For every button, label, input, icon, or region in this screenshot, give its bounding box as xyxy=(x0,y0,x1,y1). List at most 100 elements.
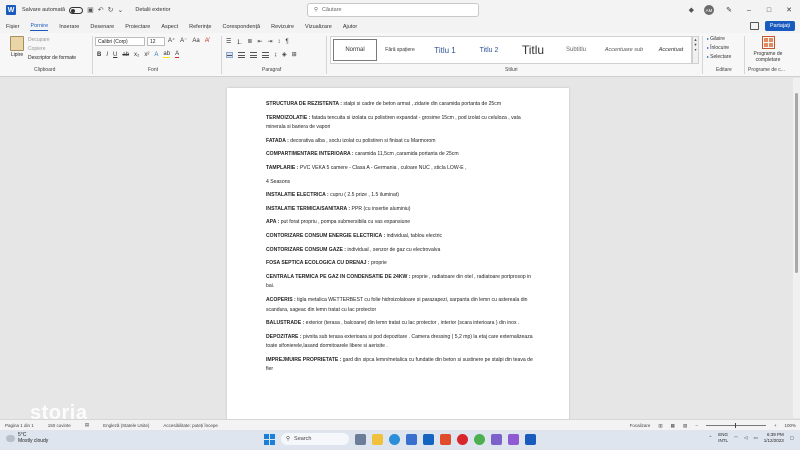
share-button[interactable]: Partajați xyxy=(764,21,795,31)
document-paragraph[interactable]: DEPOZITARE : pivnita sub terasa exterioa… xyxy=(266,333,538,352)
style-heading-1[interactable]: Titlu 1 xyxy=(423,46,467,55)
file-explorer-icon[interactable] xyxy=(372,433,383,445)
tab-references[interactable]: Referințe xyxy=(189,24,211,30)
volume-icon[interactable]: ◁ xyxy=(744,435,747,441)
document-paragraph[interactable]: TAMPLARIE : PVC VEKA 5 camere - Clasa A … xyxy=(266,164,538,174)
document-paragraph[interactable]: ACOPERIS : tigla metalica WETTERBEST cu … xyxy=(266,296,538,315)
customize-toolbar-icon[interactable]: ⌄ xyxy=(117,6,123,14)
store-icon[interactable] xyxy=(406,433,417,445)
document-paragraph[interactable]: FOSA SEPTICA ECOLOGICA CU DRENAJ : propr… xyxy=(266,259,538,269)
copy-button[interactable]: Copiere xyxy=(28,46,76,52)
document-paragraph[interactable]: CENTRALA TERMICA PE GAZ IN CONDENSATIE D… xyxy=(266,273,538,292)
zoom-level[interactable]: 100% xyxy=(784,423,796,428)
show-marks-icon[interactable]: ¶ xyxy=(286,39,289,45)
tab-layout[interactable]: Aspect xyxy=(161,24,178,30)
vertical-scrollbar[interactable] xyxy=(793,78,800,418)
font-family-select[interactable]: Calibri (Corp) xyxy=(95,37,145,46)
borders-icon[interactable]: ⊞ xyxy=(292,51,297,58)
document-paragraph[interactable]: APA : put forat propriu , pompa submersi… xyxy=(266,218,538,228)
tab-view[interactable]: Vizualizare xyxy=(305,24,332,30)
line-spacing-icon[interactable]: ↨ xyxy=(274,52,277,58)
word-count[interactable]: 150 cuvinte xyxy=(48,423,71,428)
task-view-icon[interactable] xyxy=(355,433,366,445)
underline-icon[interactable]: U xyxy=(113,52,117,58)
align-left-icon[interactable] xyxy=(226,51,233,58)
format-painter-button[interactable]: Descriptor de formate xyxy=(28,55,76,61)
superscript-icon[interactable]: x² xyxy=(144,52,149,58)
opera-icon[interactable] xyxy=(457,433,468,445)
document-paragraph[interactable]: INSTALATIE TERMICA/SANITARA : PPR (cu in… xyxy=(266,205,538,215)
tab-insert[interactable]: Inserare xyxy=(59,24,79,30)
style-title[interactable]: Titlu xyxy=(511,43,555,57)
document-page[interactable]: STRUCTURA DE REZISTENTA : stalpi si cadr… xyxy=(227,88,569,428)
change-case-icon[interactable]: Aa xyxy=(192,38,199,44)
tab-home[interactable]: Pornire xyxy=(30,23,49,31)
tab-mailings[interactable]: Corespondență xyxy=(222,24,260,30)
paste-button[interactable]: Lipire xyxy=(8,36,26,58)
tab-file[interactable]: Fișier xyxy=(6,24,19,30)
clear-format-icon[interactable]: A̸ xyxy=(205,38,209,44)
numbering-icon[interactable]: ⒈ xyxy=(236,37,242,46)
teams-icon[interactable] xyxy=(491,433,502,445)
diamond-icon[interactable]: ◆ xyxy=(689,6,694,14)
document-body[interactable]: STRUCTURA DE REZISTENTA : stalpi si cadr… xyxy=(266,100,538,379)
chevron-up-icon[interactable]: ⌃ xyxy=(708,435,712,441)
style-heading-2[interactable]: Titlu 2 xyxy=(467,47,511,54)
sort-icon[interactable]: ↕ xyxy=(278,39,281,45)
decrease-indent-icon[interactable]: ⇤ xyxy=(257,38,262,45)
shrink-font-icon[interactable]: A⁻ xyxy=(180,37,187,44)
document-paragraph[interactable]: COMPARTIMENTARE INTERIOARA : caramida 11… xyxy=(266,150,538,160)
office-icon[interactable] xyxy=(440,433,451,445)
cut-button[interactable]: Decupare xyxy=(28,37,76,43)
style-emphasis[interactable]: Accentuat xyxy=(651,47,691,53)
scrollbar-thumb[interactable] xyxy=(795,93,798,273)
proofing-icon[interactable]: ▤ xyxy=(85,422,89,428)
document-paragraph[interactable]: IMPREJMUIRE PROPRIETATE : gard din sipca… xyxy=(266,356,538,375)
zoom-in-icon[interactable]: + xyxy=(774,423,777,428)
increase-indent-icon[interactable]: ⇥ xyxy=(267,38,272,45)
subscript-icon[interactable]: x₂ xyxy=(134,52,139,58)
close-icon[interactable]: ✕ xyxy=(784,6,794,14)
align-right-icon[interactable] xyxy=(250,51,257,58)
font-size-select[interactable]: 12 xyxy=(147,37,165,46)
avatar[interactable]: AM xyxy=(704,5,714,15)
select-button[interactable]: Selectare xyxy=(707,54,731,60)
document-paragraph[interactable]: CONTORIZARE CONSUM ENERGIE ELECTRICA : i… xyxy=(266,232,538,242)
multilevel-list-icon[interactable]: ≣ xyxy=(247,38,252,45)
bold-icon[interactable]: B xyxy=(97,52,101,58)
replace-button[interactable]: Înlocuire xyxy=(707,45,731,51)
tab-draw[interactable]: Desenare xyxy=(90,24,114,30)
focus-mode[interactable]: Focalizare xyxy=(630,423,651,428)
tab-help[interactable]: Ajutor xyxy=(343,24,357,30)
outlook-icon[interactable] xyxy=(423,433,434,445)
document-paragraph[interactable]: INSTALATIE ELECTRICA : cupru ( 2.5 prize… xyxy=(266,191,538,201)
shading-icon[interactable]: ◈ xyxy=(282,51,287,58)
battery-icon[interactable]: ▭ xyxy=(753,435,757,441)
tab-review[interactable]: Revizuire xyxy=(271,24,294,30)
find-button[interactable]: Găsire xyxy=(707,36,731,42)
redo-icon[interactable]: ↻ xyxy=(108,6,114,14)
styles-scroll-icon[interactable]: ▲ ▼ ▾ xyxy=(692,36,699,64)
zoom-slider[interactable] xyxy=(705,423,766,428)
messenger-icon[interactable] xyxy=(508,433,519,445)
taskbar-search[interactable]: ⚲ Search xyxy=(281,433,349,445)
bullets-icon[interactable]: ☰ xyxy=(226,38,231,45)
document-paragraph[interactable]: BALUSTRADE : exterior (terasa , balcoane… xyxy=(266,319,538,329)
zoom-out-icon[interactable]: − xyxy=(695,423,698,428)
align-center-icon[interactable] xyxy=(238,51,245,58)
style-subtle-emphasis[interactable]: Accentuare sub xyxy=(597,47,651,53)
word-taskbar-icon[interactable] xyxy=(525,433,536,445)
wifi-icon[interactable]: ◠ xyxy=(734,435,738,441)
weather-widget[interactable]: 5°C Mostly cloudy xyxy=(6,432,48,444)
minimize-icon[interactable]: – xyxy=(744,7,754,14)
grow-font-icon[interactable]: A⁺ xyxy=(168,37,175,44)
highlight-icon[interactable]: ab xyxy=(163,51,171,58)
italic-icon[interactable]: I xyxy=(106,52,108,58)
document-paragraph[interactable]: STRUCTURA DE REZISTENTA : stalpi si cadr… xyxy=(266,100,538,110)
language-status[interactable]: Engleză (Statele Unite) xyxy=(103,423,149,428)
justify-icon[interactable] xyxy=(262,51,269,58)
tab-design[interactable]: Proiectare xyxy=(125,24,150,30)
document-paragraph[interactable]: 4 Seasons xyxy=(266,178,538,188)
pen-icon[interactable]: ✎ xyxy=(724,6,734,14)
web-layout-icon[interactable]: ▧ xyxy=(683,423,687,429)
